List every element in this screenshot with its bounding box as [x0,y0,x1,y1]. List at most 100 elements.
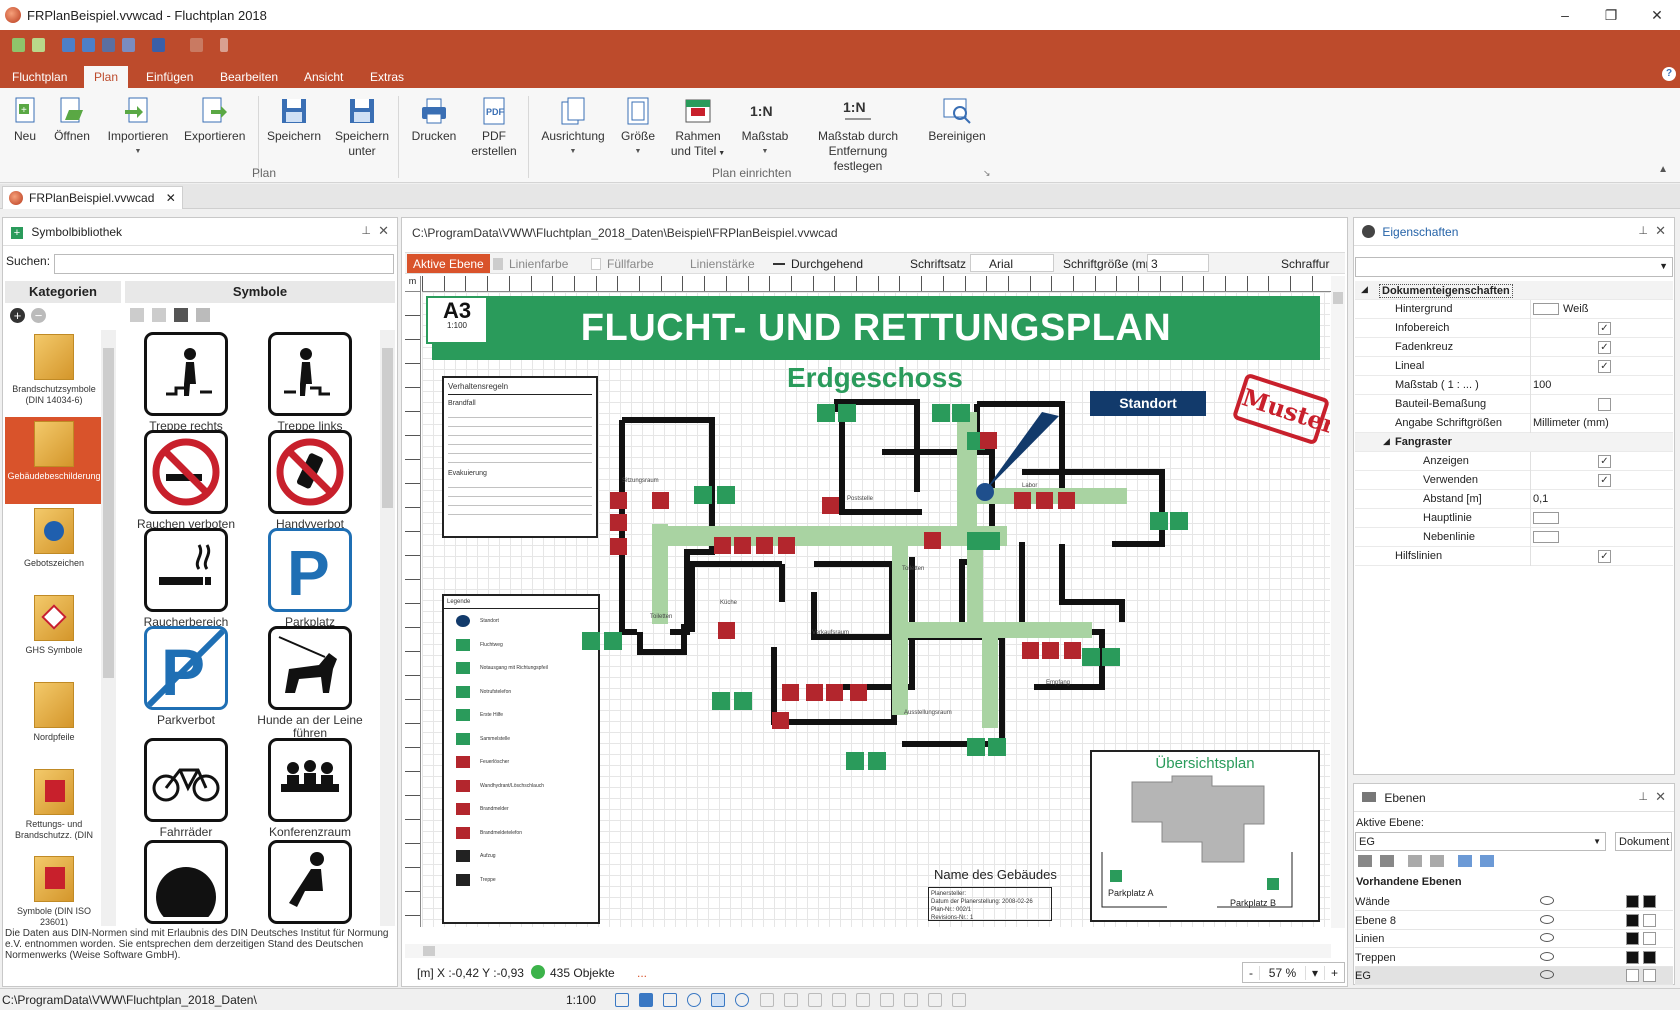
font-size-input[interactable]: 3 [1147,254,1209,272]
size-button[interactable]: Größe ▼ [618,96,658,159]
category-item[interactable]: Symbole (DIN ISO 23601) [5,852,103,926]
category-item[interactable]: Rettungs- und Brandschutzz. (DIN [5,765,103,852]
layer-fill-color[interactable] [1643,950,1656,964]
layer-fill-color[interactable] [1643,969,1656,982]
close-panel-icon[interactable]: ✕ [378,223,389,239]
layer-line-color[interactable] [1626,950,1639,964]
layer-row[interactable]: Wände [1355,893,1673,911]
property-checkbox[interactable] [1598,398,1611,411]
properties-object-select[interactable]: ▼ [1355,257,1673,277]
property-row[interactable]: Verwenden ✓ [1355,471,1673,490]
cleanup-button[interactable]: Bereinigen [926,96,988,144]
delete-symbol-icon[interactable] [152,308,166,322]
category-item[interactable]: GHS Symbole [5,591,103,678]
layer-fill-color[interactable] [1643,913,1656,927]
symbol-tile[interactable] [125,840,247,926]
color-swatch[interactable] [1533,303,1559,315]
open-button[interactable]: Öffnen [52,96,92,144]
save-icon[interactable] [62,38,75,52]
close-tab-icon[interactable]: ✕ [166,191,176,205]
color-swatch[interactable] [1533,512,1559,524]
line-color-dropdown[interactable]: Linienfarbe [509,257,568,271]
layer-line-color[interactable] [1626,895,1639,908]
property-checkbox[interactable]: ✓ [1598,341,1611,354]
symbol-tile[interactable]: Rauchen verboten [125,430,247,531]
section-dokumenteigenschaften[interactable]: ◢ Dokumenteigenschaften [1355,281,1673,300]
document-tab[interactable]: FRPlanBeispiel.vvwcad ✕ [2,186,183,209]
pin-icon[interactable]: ⊥ [1638,224,1648,237]
add-category-icon[interactable]: + [10,308,25,323]
edit-symbol-icon[interactable] [130,308,144,322]
scale-button[interactable]: 1:N Maßstab ▼ [738,96,792,159]
property-row[interactable]: Angabe Schriftgrößen Millimeter (mm) [1355,414,1673,433]
layer-visibility-icon[interactable] [1458,855,1472,867]
move-layer-up-icon[interactable] [1408,855,1422,867]
tab-bearbeiten[interactable]: Bearbeiten [210,66,288,88]
dialog-launcher-icon[interactable]: ↘ [983,168,991,179]
no-snap-icon[interactable] [735,993,749,1007]
layer-fill-color[interactable] [1643,895,1656,908]
redo-icon[interactable] [190,38,203,52]
close-button[interactable]: ✕ [1634,0,1680,30]
property-checkbox[interactable]: ✓ [1598,360,1611,373]
font-dropdown[interactable]: Arial [970,254,1054,272]
property-row[interactable]: Hauptlinie [1355,509,1673,528]
snap-point-icon[interactable] [711,993,725,1007]
layer-row[interactable]: Linien [1355,930,1673,948]
pdf-button[interactable]: PDF PDF erstellen [470,96,518,159]
lock-icon[interactable] [952,993,966,1007]
new-button[interactable]: + Neu [10,96,40,144]
active-layer-button[interactable]: Aktive Ebene [407,254,490,273]
symbol-tile[interactable]: Hunde an der Leine führen [249,626,371,740]
align-top-icon[interactable] [832,993,846,1007]
visibility-eye-icon[interactable] [1540,933,1554,942]
layer-line-color[interactable] [1626,969,1639,982]
property-checkbox[interactable]: ✓ [1598,455,1611,468]
undo-icon[interactable] [152,38,165,52]
add-layer-icon[interactable] [1358,855,1372,867]
layer-row[interactable]: EG [1355,967,1673,985]
align-center-icon[interactable] [784,993,798,1007]
visibility-eye-icon[interactable] [1540,951,1554,961]
export-symbol-icon[interactable] [174,308,188,322]
print-icon[interactable] [102,38,115,52]
pin-icon[interactable]: ⊥ [361,224,371,237]
remove-layer-icon[interactable] [1380,855,1394,867]
save-button[interactable]: Speichern [266,96,322,144]
category-item[interactable]: Brandschutzsymbole (DIN 14034-6) [5,330,103,417]
property-row[interactable]: Hilfslinien ✓ [1355,547,1673,566]
frame-title-button[interactable]: Rahmen und Titel ▼ [666,96,730,161]
canvas-vertical-scrollbar[interactable] [1331,276,1345,928]
alignment-button[interactable]: Ausrichtung ▼ [536,96,610,159]
layer-line-color[interactable] [1626,913,1639,927]
group-icon[interactable] [904,993,918,1007]
tab-plan[interactable]: Plan [84,66,129,88]
zoom-in-button[interactable]: + [1325,966,1344,980]
align-right-icon[interactable] [808,993,822,1007]
symbol-tile[interactable]: Fahrräder [125,738,247,839]
hatch-dropdown[interactable]: Schraffur [1281,257,1329,271]
property-row[interactable]: Lineal ✓ [1355,357,1673,376]
align-middle-icon[interactable] [856,993,870,1007]
tab-einfuegen[interactable]: Einfügen [136,66,203,88]
property-checkbox[interactable]: ✓ [1598,322,1611,335]
property-row[interactable]: Hintergrund Weiß [1355,300,1673,319]
zoom-out-button[interactable]: - [1243,965,1260,980]
grid-icon[interactable] [663,993,677,1007]
zoom-level[interactable]: 57 % [1260,965,1306,980]
scale-by-distance-button[interactable]: 1:N Maßstab durch Entfernung festlegen [808,96,908,174]
customize-qat-icon[interactable] [220,38,228,52]
tab-fluchtplan[interactable]: Fluchtplan [2,66,77,88]
print-button[interactable]: Drucken [410,96,458,144]
snap-grid-icon[interactable] [639,993,653,1007]
hilfslinien-checkbox[interactable]: ✓ [1598,550,1611,563]
close-panel-icon[interactable]: ✕ [1655,789,1666,805]
symbol-tile[interactable]: Konferenzraum [249,738,371,839]
symbol-tile[interactable]: Treppe links [249,332,371,433]
symbol-tile[interactable]: Treppe rechts [125,332,247,433]
align-left-icon[interactable] [760,993,774,1007]
visibility-eye-icon[interactable] [1540,896,1554,905]
save-as-icon[interactable] [82,38,95,52]
symbol-tile[interactable] [249,840,371,926]
property-row[interactable]: Anzeigen ✓ [1355,452,1673,471]
